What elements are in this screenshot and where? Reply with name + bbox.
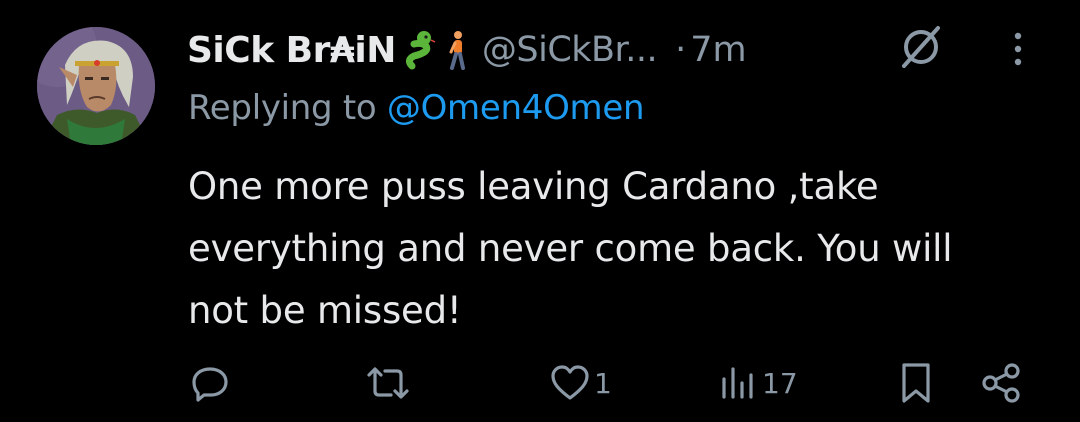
heart-icon <box>550 363 590 403</box>
mention-link[interactable]: @Omen4Omen <box>387 88 645 128</box>
tweet-text-line: not be missed! <box>188 289 462 332</box>
reply-icon <box>190 363 230 403</box>
reply-button[interactable] <box>190 356 234 410</box>
analytics-icon <box>718 363 758 403</box>
more-options-icon[interactable] <box>1003 28 1033 70</box>
timestamp[interactable]: 7m <box>690 30 746 70</box>
no-sign-icon <box>898 24 944 70</box>
tweet-text: One more puss leaving Cardano ,take ever… <box>188 156 1058 342</box>
share-button[interactable] <box>980 356 1024 410</box>
retweet-icon <box>365 363 411 403</box>
separator-dot: · <box>675 30 687 70</box>
walking-person-emoji <box>446 30 468 70</box>
tweet-text-line: One more puss leaving Cardano ,take <box>188 165 879 208</box>
snake-emoji <box>404 30 438 70</box>
views-count: 17 <box>762 366 798 400</box>
author-display-name[interactable]: SiCk Br₳iN <box>187 30 396 71</box>
retweet-button[interactable] <box>365 356 415 410</box>
author-handle[interactable]: @SiCkBr... <box>482 30 658 70</box>
share-icon <box>980 361 1024 405</box>
tweet-header: SiCk Br₳iN @SiCkBr... · 7m <box>187 20 747 80</box>
bookmark-button[interactable] <box>898 356 934 410</box>
replying-to-label: Replying to <box>188 88 387 128</box>
avatar[interactable] <box>37 27 155 145</box>
tweet-card[interactable]: SiCk Br₳iN @SiCkBr... · 7m Replying to @… <box>0 0 1080 422</box>
views-button[interactable]: 17 <box>718 356 798 410</box>
action-bar: 1 17 <box>0 356 1080 410</box>
like-count: 1 <box>594 366 612 400</box>
replying-to: Replying to @Omen4Omen <box>188 88 645 128</box>
like-button[interactable]: 1 <box>550 356 612 410</box>
bookmark-icon <box>898 361 934 405</box>
tweet-text-line: everything and never come back. You will <box>188 227 953 270</box>
